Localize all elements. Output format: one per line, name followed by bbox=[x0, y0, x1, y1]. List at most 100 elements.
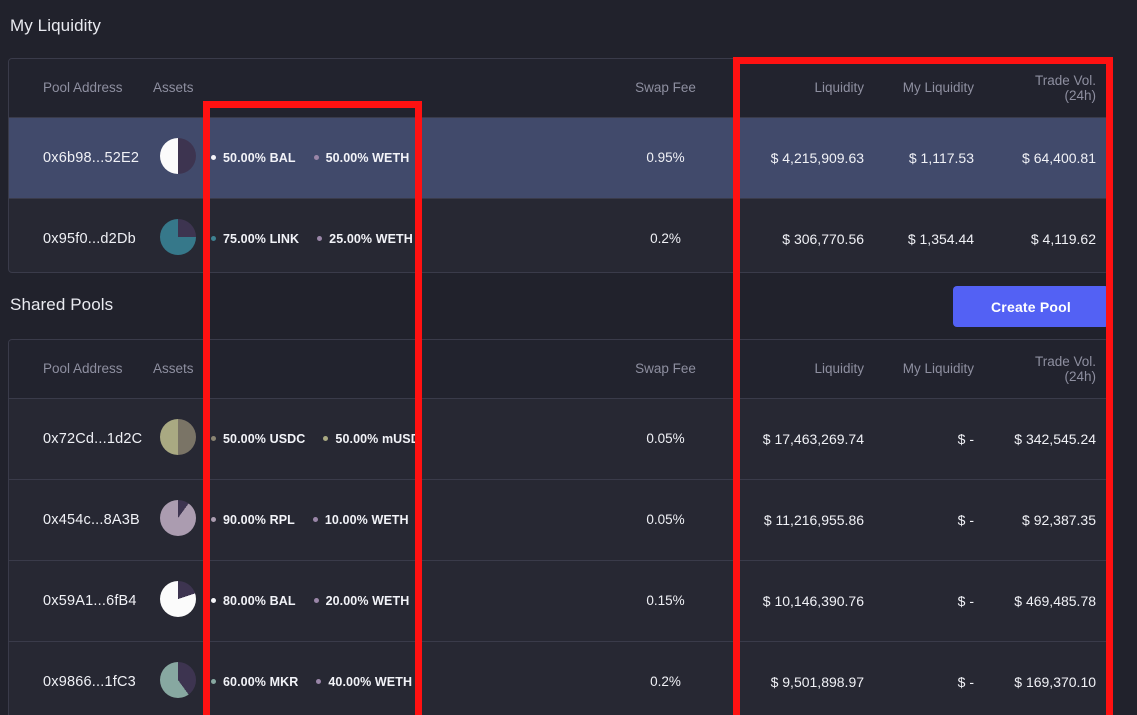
cell-spacer bbox=[433, 560, 588, 641]
table-row[interactable]: 0x9866...1fC360.00% MKR40.00% WETH0.2%$ … bbox=[9, 641, 1109, 715]
asset-weight-label: 50.00% USDC bbox=[223, 432, 305, 446]
cell-assets: 90.00% RPL 10.00% WETH bbox=[207, 479, 433, 560]
pie-chart-icon bbox=[160, 219, 196, 255]
column-header-swap-fee[interactable]: Swap Fee bbox=[588, 59, 743, 117]
cell-pool-address: 0x72Cd...1d2C bbox=[9, 398, 149, 479]
pie-chart-icon bbox=[160, 581, 196, 617]
asset-item: 50.00% WETH bbox=[314, 151, 410, 165]
my-liquidity-table: Pool Address Assets Swap Fee Liquidity M… bbox=[9, 59, 1109, 273]
asset-list: 75.00% LINK 25.00% WETH bbox=[211, 232, 419, 246]
column-header-liquidity[interactable]: Liquidity bbox=[743, 340, 878, 398]
cell-swap-fee: 0.95% bbox=[588, 117, 743, 198]
pie-chart-icon bbox=[160, 500, 196, 536]
column-header-my-liquidity[interactable]: My Liquidity bbox=[878, 340, 988, 398]
cell-trade-volume: $ 469,485.78 bbox=[988, 560, 1109, 641]
cell-assets: 60.00% MKR 40.00% WETH bbox=[207, 641, 433, 715]
shared-pools-table-card: Pool Address Assets Swap Fee Liquidity M… bbox=[8, 339, 1109, 715]
cell-assets: 50.00% BAL 50.00% WETH bbox=[207, 117, 433, 198]
my-liquidity-table-header: Pool Address Assets Swap Fee Liquidity M… bbox=[9, 59, 1109, 117]
cell-pie-chart bbox=[149, 479, 207, 560]
asset-item: 50.00% mUSD bbox=[323, 432, 419, 446]
cell-my-liquidity: $ - bbox=[878, 641, 988, 715]
asset-color-dot-icon bbox=[211, 155, 216, 160]
pie-chart-icon bbox=[160, 419, 196, 455]
cell-pool-address: 0x454c...8A3B bbox=[9, 479, 149, 560]
cell-trade-volume: $ 92,387.35 bbox=[988, 479, 1109, 560]
column-header-my-liquidity[interactable]: My Liquidity bbox=[878, 59, 988, 117]
cell-swap-fee: 0.15% bbox=[588, 560, 743, 641]
table-row[interactable]: 0x95f0...d2Db 75.00% LINK 25.00% WETH 0.2% $… bbox=[9, 198, 1109, 273]
my-liquidity-table-card: Pool Address Assets Swap Fee Liquidity M… bbox=[8, 58, 1109, 273]
asset-list: 90.00% RPL 10.00% WETH bbox=[211, 513, 419, 527]
cell-trade-volume: $ 4,119.62 bbox=[988, 198, 1109, 273]
pie-chart-icon bbox=[160, 138, 196, 174]
cell-my-liquidity: $ - bbox=[878, 479, 988, 560]
cell-my-liquidity: $ - bbox=[878, 398, 988, 479]
asset-weight-label: 80.00% BAL bbox=[223, 594, 296, 608]
shared-pools-table: Pool Address Assets Swap Fee Liquidity M… bbox=[9, 340, 1109, 715]
column-header-pool-address[interactable]: Pool Address bbox=[9, 340, 149, 398]
cell-assets: 50.00% USDC 50.00% mUSD bbox=[207, 398, 433, 479]
column-header-blank bbox=[433, 59, 588, 117]
asset-list: 50.00% BAL 50.00% WETH bbox=[211, 151, 419, 165]
asset-item: 10.00% WETH bbox=[313, 513, 409, 527]
asset-weight-label: 50.00% mUSD bbox=[335, 432, 419, 446]
cell-liquidity: $ 4,215,909.63 bbox=[743, 117, 878, 198]
asset-color-dot-icon bbox=[211, 236, 216, 241]
create-pool-button[interactable]: Create Pool bbox=[953, 286, 1109, 327]
cell-pool-address: 0x95f0...d2Db bbox=[9, 198, 149, 273]
asset-weight-label: 90.00% RPL bbox=[223, 513, 295, 527]
cell-trade-volume: $ 169,370.10 bbox=[988, 641, 1109, 715]
cell-spacer bbox=[433, 198, 588, 273]
asset-list: 80.00% BAL20.00% WETH bbox=[211, 594, 419, 608]
cell-swap-fee: 0.2% bbox=[588, 641, 743, 715]
asset-color-dot-icon bbox=[317, 236, 322, 241]
cell-assets: 80.00% BAL20.00% WETH bbox=[207, 560, 433, 641]
asset-color-dot-icon bbox=[211, 679, 216, 684]
asset-item: 60.00% MKR bbox=[211, 675, 298, 689]
shared-pools-table-header: Pool Address Assets Swap Fee Liquidity M… bbox=[9, 340, 1109, 398]
cell-pie-chart bbox=[149, 198, 207, 273]
asset-item: 50.00% BAL bbox=[211, 151, 296, 165]
shared-pools-heading: Shared Pools bbox=[0, 295, 113, 315]
cell-pie-chart bbox=[149, 398, 207, 479]
column-header-trade-volume[interactable]: Trade Vol. (24h) bbox=[988, 340, 1109, 398]
column-header-blank bbox=[433, 340, 588, 398]
asset-item: 75.00% LINK bbox=[211, 232, 299, 246]
column-header-liquidity[interactable]: Liquidity bbox=[743, 59, 878, 117]
cell-liquidity: $ 17,463,269.74 bbox=[743, 398, 878, 479]
asset-color-dot-icon bbox=[323, 436, 328, 441]
asset-color-dot-icon bbox=[314, 598, 319, 603]
cell-pie-chart bbox=[149, 560, 207, 641]
asset-color-dot-icon bbox=[314, 155, 319, 160]
table-row[interactable]: 0x59A1...6fB4 80.00% BAL20.00% WETH 0.15% $… bbox=[9, 560, 1109, 641]
cell-spacer bbox=[433, 641, 588, 715]
column-header-assets[interactable]: Assets bbox=[149, 340, 433, 398]
asset-item: 25.00% WETH bbox=[317, 232, 413, 246]
asset-item: 50.00% USDC bbox=[211, 432, 305, 446]
table-header-row: Pool Address Assets Swap Fee Liquidity M… bbox=[9, 340, 1109, 398]
cell-pool-address: 0x6b98...52E2 bbox=[9, 117, 149, 198]
table-row[interactable]: 0x72Cd...1d2C50.00% USDC50.00% mUSD0.05%… bbox=[9, 398, 1109, 479]
asset-color-dot-icon bbox=[316, 679, 321, 684]
my-liquidity-heading: My Liquidity bbox=[0, 16, 101, 36]
asset-item: 80.00% BAL bbox=[211, 594, 296, 608]
table-row[interactable]: 0x454c...8A3B90.00% RPL10.00% WETH0.05%$… bbox=[9, 479, 1109, 560]
asset-weight-label: 25.00% WETH bbox=[329, 232, 413, 246]
cell-swap-fee: 0.2% bbox=[588, 198, 743, 273]
cell-pool-address: 0x59A1...6fB4 bbox=[9, 560, 149, 641]
column-header-trade-volume[interactable]: Trade Vol. (24h) bbox=[988, 59, 1109, 117]
shared-pools-table-body: 0x72Cd...1d2C50.00% USDC50.00% mUSD0.05%… bbox=[9, 398, 1109, 715]
cell-my-liquidity: $ 1,354.44 bbox=[878, 198, 988, 273]
column-header-pool-address[interactable]: Pool Address bbox=[9, 59, 149, 117]
column-header-swap-fee[interactable]: Swap Fee bbox=[588, 340, 743, 398]
cell-assets: 75.00% LINK 25.00% WETH bbox=[207, 198, 433, 273]
column-header-assets[interactable]: Assets bbox=[149, 59, 433, 117]
asset-list: 60.00% MKR 40.00% WETH bbox=[211, 675, 419, 689]
cell-trade-volume: $ 342,545.24 bbox=[988, 398, 1109, 479]
cell-pie-chart bbox=[149, 641, 207, 715]
asset-color-dot-icon bbox=[211, 436, 216, 441]
table-row[interactable]: 0x6b98...52E2 50.00% BAL 50.00% WETH 0.95%$… bbox=[9, 117, 1109, 198]
asset-item: 40.00% WETH bbox=[316, 675, 412, 689]
asset-item: 90.00% RPL bbox=[211, 513, 295, 527]
